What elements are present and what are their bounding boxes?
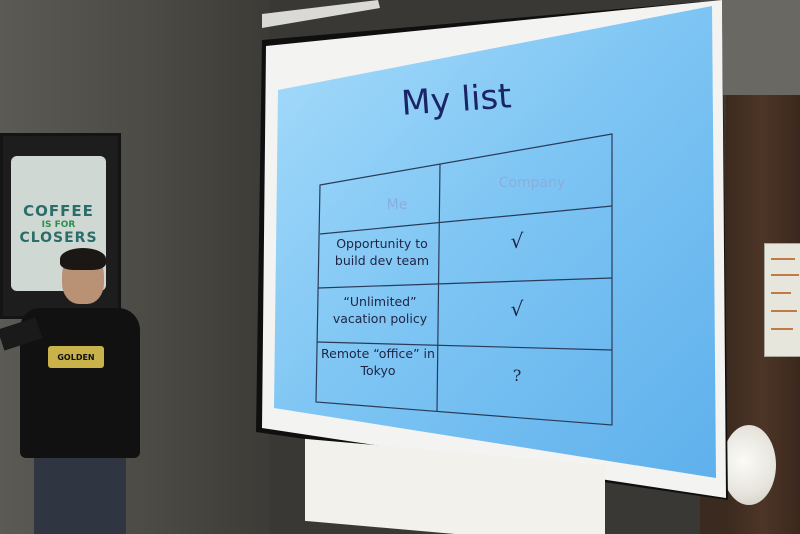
table-row-1-item: Opportunity to build dev team [334, 236, 430, 268]
table-header-me: Me [386, 197, 408, 213]
presenter-jeans [34, 456, 126, 534]
table-row-3-item: Remote “office” in Tokyo [321, 346, 435, 378]
slide: My list Me Company Opportunity to build … [282, 40, 702, 480]
shirt-print: GOLDEN [48, 346, 104, 368]
presenter: GOLDEN [0, 248, 150, 534]
table-row-2-company: √ [510, 297, 524, 321]
table-row-2-item: “Unlimited” vacation policy [332, 294, 428, 326]
slide-title: My list [400, 76, 513, 124]
table-row-1-company: √ [510, 229, 524, 253]
table-row-3-company: ? [512, 366, 522, 385]
photo-scene: COFFEE IS FOR CLOSERS My list Me Company… [0, 0, 800, 534]
table-header-company: Company [498, 175, 566, 191]
presenter-hair [60, 248, 106, 270]
